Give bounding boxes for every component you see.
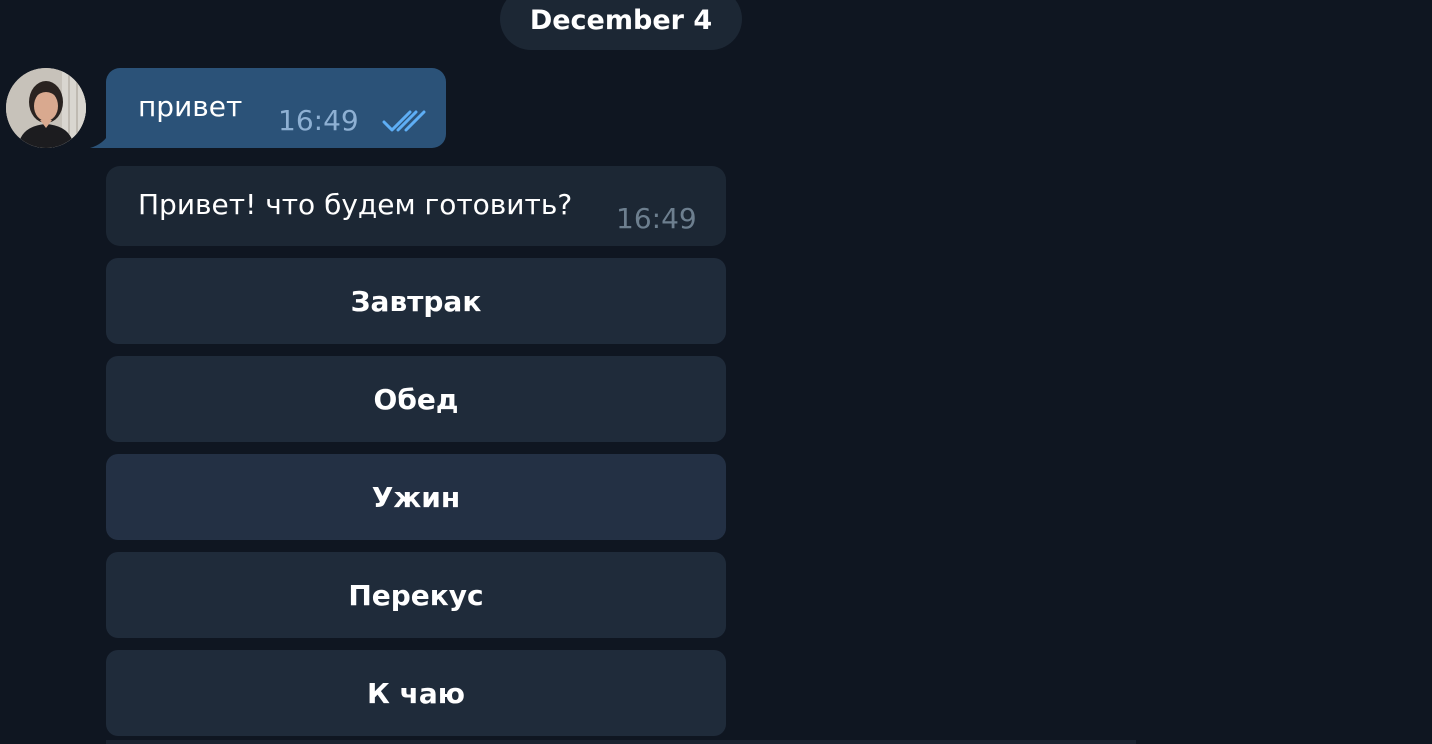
message-text: привет — [138, 90, 243, 123]
message-text: Привет! что будем готовить? — [138, 188, 573, 221]
keyboard-button-tea[interactable]: К чаю — [106, 650, 726, 736]
keyboard-button-dinner[interactable]: Ужин — [106, 454, 726, 540]
double-check-icon — [382, 110, 426, 132]
keyboard-button-breakfast[interactable]: Завтрак — [106, 258, 726, 344]
avatar-photo — [6, 68, 86, 148]
keyboard-button-snack[interactable]: Перекус — [106, 552, 726, 638]
message-time: 16:49 — [278, 104, 359, 137]
date-separator: December 4 — [500, 0, 742, 50]
message-time: 16:49 — [616, 202, 697, 235]
next-message-edge — [106, 740, 1136, 744]
bubble-tail — [90, 132, 110, 148]
incoming-message[interactable]: Привет! что будем готовить? 16:49 — [106, 166, 726, 246]
avatar[interactable] — [6, 68, 86, 148]
chat-view: December 4 привет 16:49 Привет! что буде… — [0, 0, 1432, 744]
keyboard-button-lunch[interactable]: Обед — [106, 356, 726, 442]
outgoing-message[interactable]: привет 16:49 — [106, 68, 446, 148]
